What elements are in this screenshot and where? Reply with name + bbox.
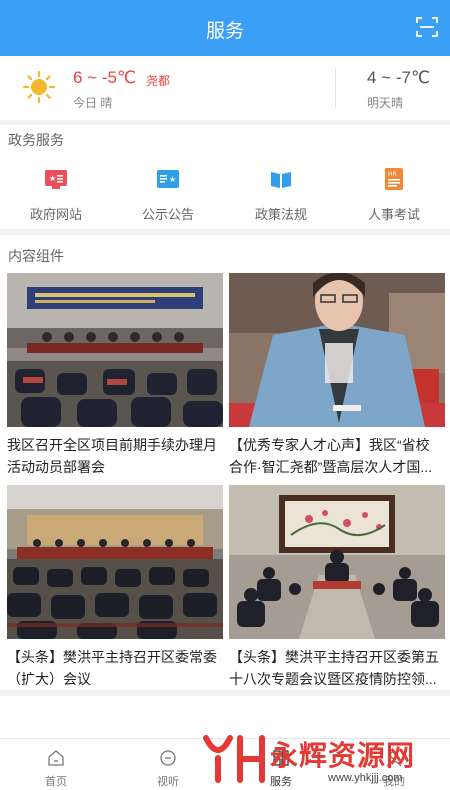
government-website-icon: ★ [45,170,67,189]
page-title: 服务 [205,21,244,42]
top-bar: 服务 [0,0,450,56]
tomorrow-condition: 明天晴 [367,96,404,110]
today-temperature: 6 ~ -5℃ [73,68,137,87]
service-label: 公示公告 [141,207,194,222]
sun-icon [22,70,56,104]
article-title: 【头条】樊洪平主持召开区委常委 （扩大）会议 [7,649,217,687]
service-label: 人事考试 [367,207,420,222]
content-section-title: 内容组件 [8,248,64,264]
home-icon [48,750,64,766]
service-label: 政府网站 [29,207,82,222]
article-title: 【优秀专家人才心声】我区“省校 合作·智汇尧都”暨高层次人才国... [229,437,432,475]
section-gap [0,229,450,235]
watermark-url: www.yhkjjj.com [328,772,403,784]
service-hr-exam[interactable]: HR 人事考试 [338,155,450,227]
svg-text:★: ★ [169,175,176,184]
exam-icon: HR [385,168,403,190]
announcement-icon: ★ [157,170,179,188]
play-icon [160,750,176,766]
watermark: 永辉资源网 www.yhkjjj.com [200,728,440,788]
article-image [229,485,445,639]
book-icon [271,172,291,188]
article-image [229,273,445,427]
section-gap [0,690,450,696]
tab-label: 首页 [45,776,67,788]
gov-services-title: 政务服务 [8,132,64,148]
today-condition: 今日 晴 [73,96,113,110]
service-label: 政策法规 [254,207,307,222]
article-title: 我区召开全区项目前期手续办理月 活动动员部署会 [7,437,217,475]
scan-icon[interactable] [416,16,438,38]
divider [335,68,336,108]
tab-home[interactable]: 首页 [0,739,112,790]
article-image [7,485,223,639]
watermark-brand: 永辉资源网 [270,739,416,772]
weather-panel: 6 ~ -5℃ 尧都 今日 晴 4 ~ -7℃ 明天晴 [0,56,450,120]
section-gap [0,120,450,125]
service-announcements[interactable]: ★ 公示公告 [112,155,224,227]
watermark-logo-icon [203,735,265,783]
article-image [7,273,223,427]
service-policy[interactable]: 政策法规 [225,155,337,227]
svg-text:HR: HR [388,171,397,178]
tomorrow-temperature: 4 ~ -7℃ [367,68,431,87]
services-grid: ★ 政府网站 ★ 公示公告 政策法规 HR 人事考试 [0,155,450,227]
service-government-website[interactable]: ★ 政府网站 [0,155,112,227]
article-title: 【头条】樊洪平主持召开区委第五 十八次专题会议暨区疫情防控领... [229,649,439,687]
city-name: 尧都 [146,74,171,88]
svg-text:★: ★ [49,174,56,183]
